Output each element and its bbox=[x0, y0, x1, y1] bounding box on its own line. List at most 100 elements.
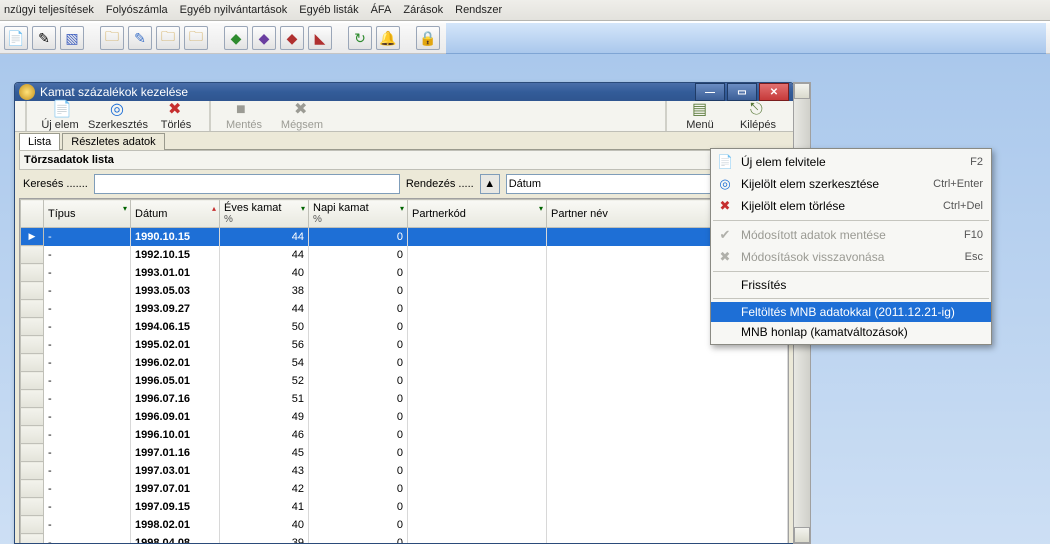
table-row[interactable]: -1998.02.01400 bbox=[21, 516, 788, 534]
table-row[interactable]: -1995.02.01560 bbox=[21, 336, 788, 354]
table-row[interactable]: -1997.07.01420 bbox=[21, 480, 788, 498]
btn-szerkesztes[interactable]: ◎ Szerkesztés bbox=[89, 102, 147, 131]
delete-x-icon: ✖ bbox=[168, 102, 184, 118]
cell-tipus: - bbox=[44, 480, 131, 498]
tool-bell-icon[interactable]: 🔔 bbox=[376, 26, 400, 50]
table-row[interactable]: ▶-1990.10.15440 bbox=[21, 228, 788, 246]
row-indicator bbox=[21, 354, 44, 372]
menu-folyoszamla[interactable]: Folyószámla bbox=[106, 4, 168, 16]
titlebar[interactable]: Kamat százalékok kezelése — ▭ ✕ bbox=[15, 83, 793, 101]
search-input[interactable] bbox=[94, 174, 400, 194]
menu-item-edit[interactable]: ◎ Kijelölt elem szerkesztése Ctrl+Enter bbox=[711, 173, 991, 195]
table-row[interactable]: -1996.05.01520 bbox=[21, 372, 788, 390]
table-row[interactable]: -1998.04.08390 bbox=[21, 534, 788, 544]
tool-book-red-icon[interactable]: ◆ bbox=[280, 26, 304, 50]
sort-dir-button[interactable]: ▲ bbox=[480, 174, 500, 194]
menu-egyeb-listak[interactable]: Egyéb listák bbox=[299, 4, 358, 16]
col-tipus[interactable]: Típus▾ bbox=[44, 200, 131, 228]
cell-datum: 1990.10.15 bbox=[131, 228, 220, 246]
cell-eves: 44 bbox=[220, 246, 309, 264]
form-toolbar: 📄 Új elem ◎ Szerkesztés ✖ Törlés ■ Menté… bbox=[15, 101, 793, 132]
btn-torles[interactable]: ✖ Törlés bbox=[147, 102, 205, 131]
table-row[interactable]: -1993.09.27440 bbox=[21, 300, 788, 318]
tool-book-purple-icon[interactable]: ◆ bbox=[252, 26, 276, 50]
minimize-button[interactable]: — bbox=[695, 83, 725, 101]
cell-partnerkod bbox=[408, 372, 547, 390]
tool-tag-icon[interactable]: ◣ bbox=[308, 26, 332, 50]
search-label: Keresés ....... bbox=[23, 178, 88, 190]
cell-eves: 49 bbox=[220, 408, 309, 426]
menu-rendszer[interactable]: Rendszer bbox=[455, 4, 502, 16]
data-grid[interactable]: Típus▾ Dátum▴ Éves kamat▾% Napi kamat▾% … bbox=[19, 198, 789, 544]
tool-note-icon[interactable]: ✎ bbox=[128, 26, 152, 50]
cell-partnerkod bbox=[408, 264, 547, 282]
table-row[interactable]: -1994.06.15500 bbox=[21, 318, 788, 336]
col-napikamat[interactable]: Napi kamat▾% bbox=[309, 200, 408, 228]
btn-uj-elem[interactable]: 📄 Új elem bbox=[31, 102, 89, 131]
cell-partnernev bbox=[547, 408, 788, 426]
tab-reszletes[interactable]: Részletes adatok bbox=[62, 133, 164, 150]
tool-folder2-icon[interactable]: 🗀 bbox=[156, 26, 180, 50]
menu-item-new[interactable]: 📄 Új elem felvitele F2 bbox=[711, 151, 991, 173]
cell-eves: 54 bbox=[220, 354, 309, 372]
table-row[interactable]: -1997.09.15410 bbox=[21, 498, 788, 516]
grid-corner bbox=[21, 200, 44, 228]
table-row[interactable]: -1997.03.01430 bbox=[21, 462, 788, 480]
col-eveskamat[interactable]: Éves kamat▾% bbox=[220, 200, 309, 228]
table-row[interactable]: -1993.01.01400 bbox=[21, 264, 788, 282]
table-row[interactable]: -1996.10.01460 bbox=[21, 426, 788, 444]
cell-datum: 1998.02.01 bbox=[131, 516, 220, 534]
col-partnerkod[interactable]: Partnerkód▾ bbox=[408, 200, 547, 228]
tool-folder1-icon[interactable]: 🗀 bbox=[100, 26, 124, 50]
cell-tipus: - bbox=[44, 300, 131, 318]
cell-partnerkod bbox=[408, 336, 547, 354]
globe-icon: ◎ bbox=[717, 176, 733, 192]
window-title: Kamat százalékok kezelése bbox=[40, 85, 188, 99]
btn-menu[interactable]: ▤ Menü bbox=[671, 102, 729, 131]
cell-partnerkod bbox=[408, 246, 547, 264]
sort-field-select[interactable] bbox=[506, 174, 712, 194]
tool-folder3-icon[interactable]: 🗀 bbox=[184, 26, 208, 50]
window-kamatszazalek: Kamat százalékok kezelése — ▭ ✕ 📄 Új ele… bbox=[14, 82, 794, 544]
cell-napi: 0 bbox=[309, 462, 408, 480]
menu-item-fill-mnb[interactable]: Feltöltés MNB adatokkal (2011.12.21-ig) bbox=[711, 302, 991, 322]
row-indicator bbox=[21, 300, 44, 318]
tool-doc-icon[interactable]: ▧ bbox=[60, 26, 84, 50]
tool-lock-icon[interactable]: 🔒 bbox=[416, 26, 440, 50]
table-row[interactable]: -1992.10.15440 bbox=[21, 246, 788, 264]
close-button[interactable]: ✕ bbox=[759, 83, 789, 101]
cell-datum: 1996.09.01 bbox=[131, 408, 220, 426]
tool-new-icon[interactable]: 📄 bbox=[4, 26, 28, 50]
btn-kilepes[interactable]: ⎋ Kilépés bbox=[729, 102, 787, 131]
tool-book-green-icon[interactable]: ◆ bbox=[224, 26, 248, 50]
cell-datum: 1992.10.15 bbox=[131, 246, 220, 264]
table-row[interactable]: -1996.09.01490 bbox=[21, 408, 788, 426]
table-row[interactable]: -1997.01.16450 bbox=[21, 444, 788, 462]
maximize-button[interactable]: ▭ bbox=[727, 83, 757, 101]
menu-item-delete[interactable]: ✖ Kijelölt elem törlése Ctrl+Del bbox=[711, 195, 991, 217]
table-row[interactable]: -1996.02.01540 bbox=[21, 354, 788, 372]
menu-zarasok[interactable]: Zárások bbox=[403, 4, 443, 16]
cell-partnerkod bbox=[408, 534, 547, 544]
col-datum[interactable]: Dátum▴ bbox=[131, 200, 220, 228]
menu-item-mnb-site[interactable]: MNB honlap (kamatváltozások) bbox=[711, 322, 991, 342]
row-indicator bbox=[21, 372, 44, 390]
cell-partnernev bbox=[547, 390, 788, 408]
cell-napi: 0 bbox=[309, 372, 408, 390]
cell-tipus: - bbox=[44, 372, 131, 390]
menu-afa[interactable]: ÁFA bbox=[371, 4, 392, 16]
cell-datum: 1997.03.01 bbox=[131, 462, 220, 480]
menu-penzugy[interactable]: nzügyi teljesítések bbox=[4, 4, 94, 16]
table-row[interactable]: -1993.05.03380 bbox=[21, 282, 788, 300]
cell-tipus: - bbox=[44, 390, 131, 408]
cell-datum: 1996.05.01 bbox=[131, 372, 220, 390]
cell-datum: 1997.09.15 bbox=[131, 498, 220, 516]
menu-egyeb-nyilv[interactable]: Egyéb nyilvántartások bbox=[180, 4, 288, 16]
menu-item-refresh[interactable]: Frissítés bbox=[711, 275, 991, 295]
tool-refresh-icon[interactable]: ↻ bbox=[348, 26, 372, 50]
cell-datum: 1997.01.16 bbox=[131, 444, 220, 462]
table-row[interactable]: -1996.07.16510 bbox=[21, 390, 788, 408]
tool-edit-icon[interactable]: ✎ bbox=[32, 26, 56, 50]
row-indicator bbox=[21, 264, 44, 282]
tab-lista[interactable]: Lista bbox=[19, 133, 60, 150]
